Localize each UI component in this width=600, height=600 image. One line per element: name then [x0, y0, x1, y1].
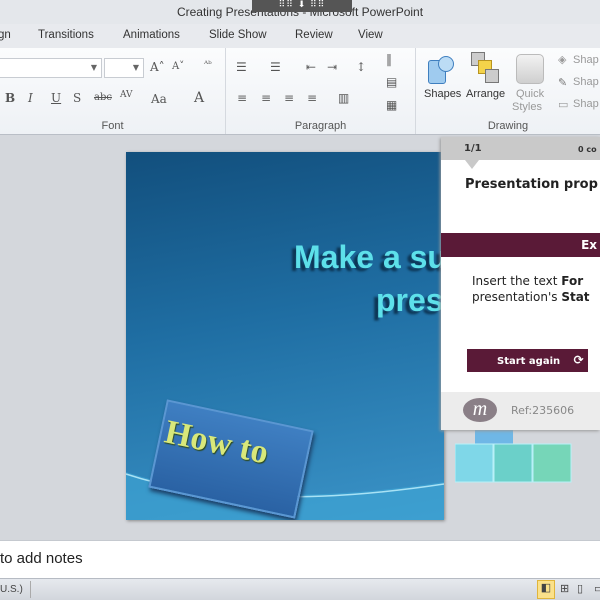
instruction-bold2: Stat: [561, 290, 590, 304]
align-text-icon[interactable]: ▤: [386, 75, 397, 89]
status-bar: U.S.) ◧ ⊞ ▯ ▭: [0, 578, 600, 600]
status-divider: [30, 581, 31, 598]
align-center-icon[interactable]: ≡: [261, 91, 271, 105]
shapes-button[interactable]: Shapes: [424, 88, 461, 100]
shape-outline-icon[interactable]: ✎: [558, 76, 567, 89]
font-group-label: Font: [101, 120, 124, 132]
tab-animations[interactable]: Animations: [123, 29, 180, 41]
font-color-icon[interactable]: A: [194, 90, 204, 106]
toolbar-grip[interactable]: ⠿⠿ ⬇ ⠿⠿: [252, 0, 352, 12]
drawing-group: Shapes Arrange Quick Styles ◈ Shap ✎ Sha…: [416, 48, 600, 134]
blocks-decoration: [455, 428, 572, 483]
reference-number: Ref:235606: [511, 404, 575, 417]
shadow-icon[interactable]: S: [73, 91, 81, 105]
ribbon-tabs: gn Transitions Animations Slide Show Rev…: [0, 24, 600, 48]
slideshow-icon[interactable]: ▭: [594, 582, 600, 595]
increase-indent-icon[interactable]: ⇥: [327, 60, 337, 74]
quick-styles-icon[interactable]: [516, 54, 544, 84]
shape-fill-button[interactable]: Shap: [573, 54, 599, 66]
shapes-icon[interactable]: [426, 54, 454, 86]
tab-transitions[interactable]: Transitions: [38, 29, 94, 41]
instruction-line2: presentation's: [472, 290, 562, 304]
arrange-button[interactable]: Arrange: [466, 88, 505, 100]
smartart-icon[interactable]: ▦: [386, 98, 397, 112]
tab-slide-show[interactable]: Slide Show: [209, 29, 267, 41]
shape-outline-button[interactable]: Shap: [573, 76, 599, 88]
quick-styles-label: Styles: [512, 101, 542, 113]
instruction-bold1: For: [561, 274, 584, 288]
exercise-bar: Ex: [441, 233, 600, 257]
tab-view[interactable]: View: [358, 29, 383, 41]
drawing-group-label: Drawing: [487, 120, 529, 132]
underline-icon[interactable]: U: [51, 91, 61, 105]
align-left-icon[interactable]: ≡: [237, 91, 247, 105]
notes-pane[interactable]: to add notes: [0, 540, 600, 578]
instruction-text: Insert the text For presentation's Stat: [472, 273, 590, 305]
paragraph-group: ☰ ☰ ⇤ ⇥ ↕ ‖ ▤ ▦ ≡ ≡ ≡ ≡ ▥ Paragraph: [226, 48, 416, 134]
numbering-icon[interactable]: ☰: [270, 60, 281, 74]
character-spacing-icon[interactable]: AV: [120, 90, 133, 100]
ribbon: ▼ ▼ A˄ A˅ ᴬᵇ B I U S abc AV Aa A Font ☰ …: [0, 48, 600, 135]
bold-icon[interactable]: B: [5, 91, 15, 105]
panel-title: Presentation prop: [465, 177, 598, 192]
font-size-combo[interactable]: ▼: [104, 58, 144, 78]
slide-sorter-icon[interactable]: ⊞: [560, 582, 569, 595]
decrease-indent-icon[interactable]: ⇤: [306, 60, 316, 74]
language-indicator[interactable]: U.S.): [0, 584, 23, 595]
panel-header: 1/1 0 co: [441, 137, 600, 169]
strikethrough-icon[interactable]: abc: [94, 92, 112, 103]
panel-footer: m Ref:235606: [441, 392, 600, 430]
justify-icon[interactable]: ≡: [307, 91, 317, 105]
brand-logo: m: [463, 398, 497, 422]
shape-effects-button[interactable]: Shap: [573, 98, 599, 110]
change-case-icon[interactable]: Aa: [151, 92, 167, 106]
start-again-button[interactable]: Start again ⟳: [467, 349, 588, 372]
paragraph-group-label: Paragraph: [294, 120, 347, 132]
shrink-font-icon[interactable]: A˅: [172, 61, 184, 72]
columns-icon[interactable]: ▥: [338, 91, 349, 105]
shape-fill-icon[interactable]: ◈: [558, 53, 566, 66]
bullets-icon[interactable]: ☰: [236, 60, 247, 74]
slide-canvas[interactable]: How to Make a su pres: [126, 152, 444, 520]
start-again-label: Start again: [497, 356, 561, 367]
quick-styles-button[interactable]: Quick: [516, 88, 544, 100]
refresh-icon: ⟳: [573, 353, 584, 367]
slide-title-line2[interactable]: pres: [376, 282, 444, 319]
notes-placeholder: to add notes: [0, 550, 83, 567]
tutorial-panel: 1/1 0 co Presentation prop Ex Insert the…: [441, 137, 600, 430]
slide-title-line1[interactable]: Make a su: [294, 237, 444, 277]
normal-view-icon[interactable]: ◧: [537, 580, 555, 599]
align-right-icon[interactable]: ≡: [284, 91, 294, 105]
step-counter: 1/1: [464, 143, 482, 154]
line-spacing-icon[interactable]: ↕: [356, 60, 366, 74]
tab-design[interactable]: gn: [0, 29, 11, 41]
font-group: ▼ ▼ A˄ A˅ ᴬᵇ B I U S abc AV Aa A Font: [0, 48, 226, 134]
completed-count: 0 co: [578, 145, 597, 154]
text-direction-icon[interactable]: ‖: [386, 52, 392, 66]
font-name-combo[interactable]: ▼: [0, 58, 102, 78]
grow-font-icon[interactable]: A˄: [150, 60, 165, 74]
arrange-icon[interactable]: [471, 52, 501, 84]
instruction-line1: Insert the text: [472, 274, 562, 288]
reading-view-icon[interactable]: ▯: [577, 582, 583, 595]
italic-icon[interactable]: I: [28, 91, 33, 105]
tab-review[interactable]: Review: [295, 29, 333, 41]
shape-effects-icon[interactable]: ▭: [558, 98, 568, 111]
pointer-arrow: [465, 160, 479, 169]
clear-formatting-icon[interactable]: ᴬᵇ: [204, 60, 212, 70]
